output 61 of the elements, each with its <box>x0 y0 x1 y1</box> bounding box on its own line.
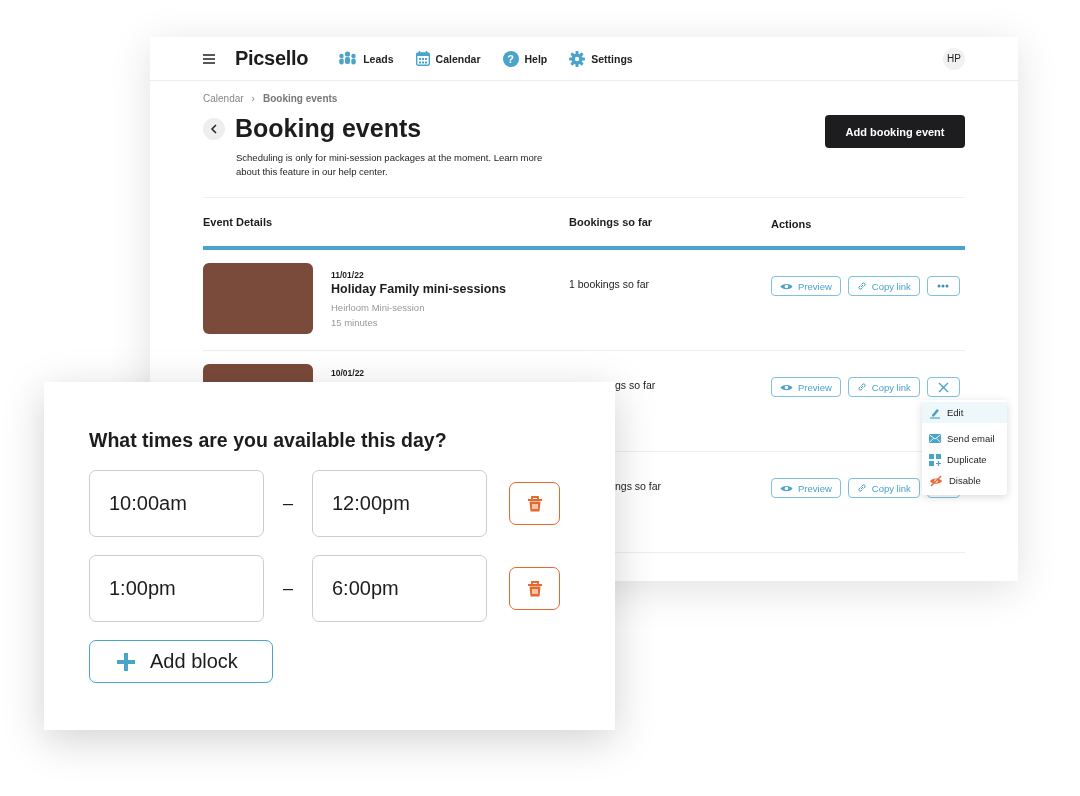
people-icon <box>338 50 358 67</box>
envelope-icon <box>929 434 941 443</box>
menu-item[interactable]: Send email <box>922 428 1007 449</box>
trash-icon <box>525 494 544 513</box>
event-date: 11/01/22 <box>331 270 365 280</box>
nav-link[interactable]: ? Help <box>502 50 548 67</box>
add-block-button[interactable]: Add block <box>89 640 273 683</box>
settings-icon <box>569 50 586 67</box>
time-separator: – <box>282 493 294 514</box>
column-header: Actions <box>771 217 812 230</box>
pencil-icon <box>929 406 941 419</box>
page-title: Booking events <box>235 114 422 143</box>
bookings-count: ngs so far <box>615 480 662 492</box>
delete-button[interactable] <box>509 567 560 610</box>
start-time-field[interactable]: 1:00pm <box>89 555 264 622</box>
trash-icon <box>525 579 544 598</box>
menu-item[interactable]: Edit <box>922 402 1007 423</box>
hidden-eye-icon <box>929 474 943 487</box>
end-time-field[interactable]: 12:00pm <box>312 470 487 537</box>
link-icon <box>856 281 867 291</box>
link-icon <box>856 382 867 392</box>
delete-button[interactable] <box>509 482 560 525</box>
menu-item[interactable]: Disable <box>922 470 1007 491</box>
add-booking-event-button[interactable]: Add booking event <box>825 115 965 148</box>
menu-icon[interactable] <box>203 53 215 64</box>
link-icon <box>856 483 867 493</box>
eye-icon <box>780 382 793 392</box>
start-time-field[interactable]: 10:00am <box>89 470 264 537</box>
column-header: Event Details <box>203 216 274 228</box>
page-description: Scheduling is only for mini-session packages at the moment. Learn more about this feature in our help center. <box>236 151 544 179</box>
time-separator: – <box>282 578 294 599</box>
nav-link[interactable]: Leads <box>338 50 394 67</box>
nav-link[interactable]: Settings <box>569 50 633 67</box>
event-date: 10/01/22 <box>331 368 365 378</box>
eye-icon <box>780 483 793 493</box>
close-icon <box>937 381 949 393</box>
app-logo[interactable]: Picsello <box>235 47 309 70</box>
event-title: Holiday Family mini-sessions <box>331 282 507 296</box>
bookings-count: 1 bookings so far <box>569 278 649 290</box>
calendar-icon <box>415 51 430 66</box>
user-avatar[interactable]: HP <box>943 47 965 70</box>
breadcrumb-link[interactable]: Calendar <box>203 93 244 104</box>
back-button[interactable] <box>203 117 225 140</box>
close-menu-button[interactable] <box>926 377 960 397</box>
bookings-count: gs so far <box>615 379 656 391</box>
event-duration: 15 minutes <box>331 316 379 330</box>
more-button[interactable] <box>926 276 960 296</box>
eye-icon <box>780 281 793 291</box>
more-icon <box>937 284 950 288</box>
breadcrumb-separator: › <box>251 93 255 104</box>
help-icon: ? <box>502 50 519 67</box>
plus-icon <box>116 651 136 672</box>
grid-icon <box>929 453 941 466</box>
menu-item[interactable]: Duplicate <box>922 449 1007 470</box>
end-time-field[interactable]: 6:00pm <box>312 555 487 622</box>
nav-link[interactable]: Calendar <box>415 50 481 67</box>
column-header: Bookings so far <box>569 216 654 228</box>
availability-heading: What times are you available this day? <box>89 429 448 452</box>
breadcrumb-link[interactable]: Booking events <box>262 93 338 104</box>
chevron-left-icon <box>210 123 218 134</box>
package-name: Heirloom Mini-session <box>331 301 426 315</box>
